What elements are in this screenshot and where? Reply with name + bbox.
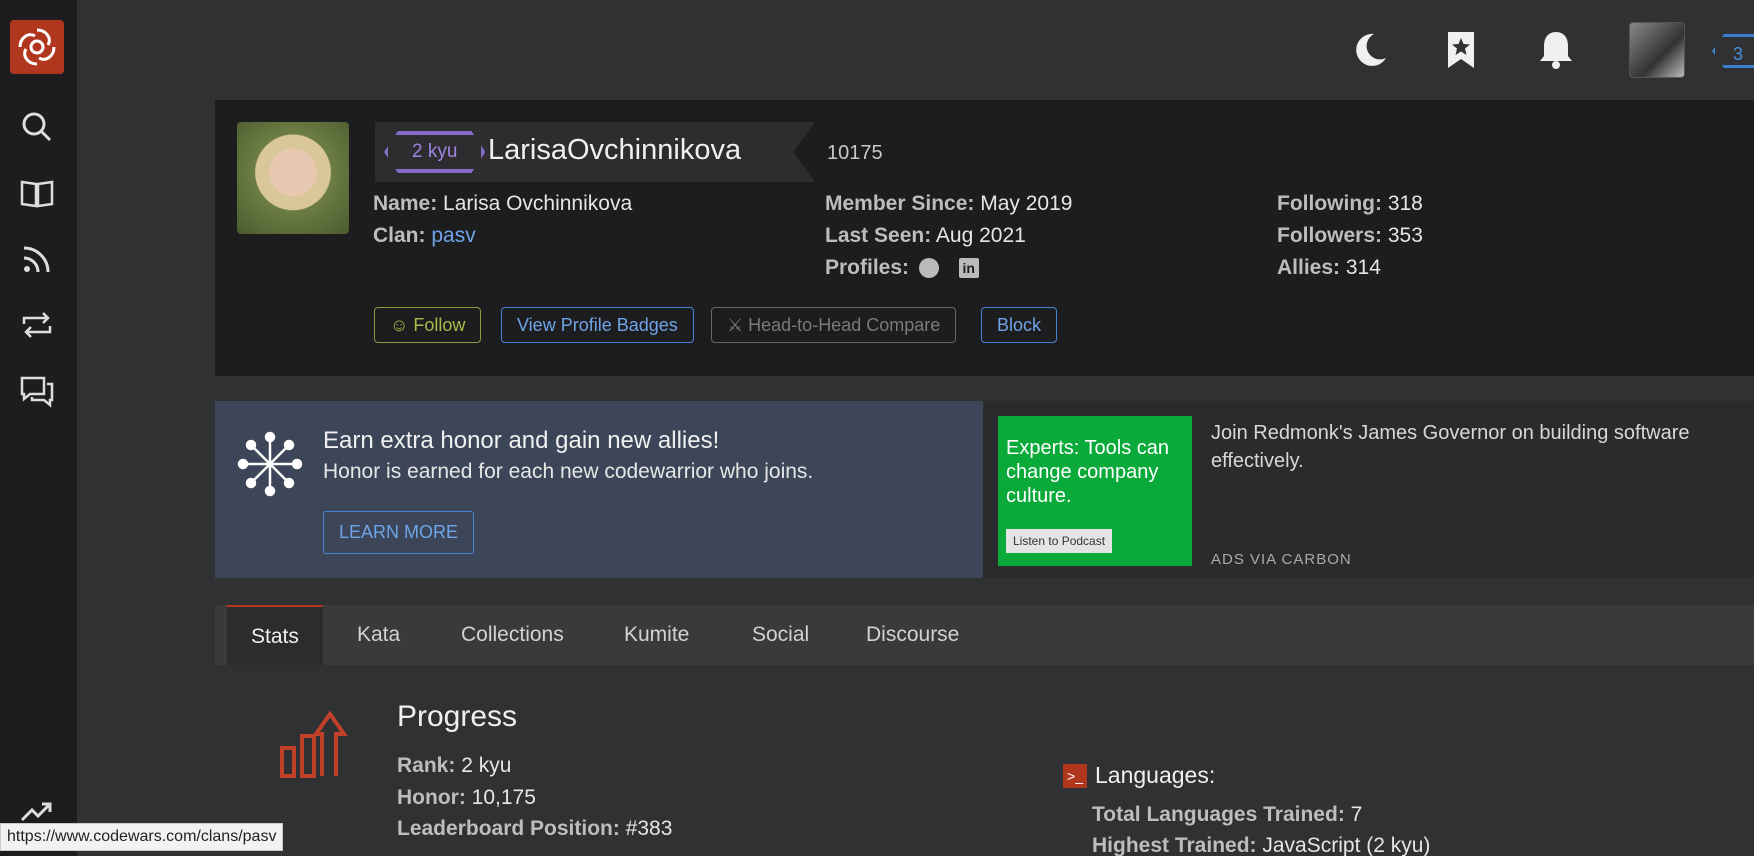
allies-value[interactable]: 314 [1346,256,1381,279]
rank-value: 2 kyu [461,754,512,777]
ad-text-link[interactable]: Join Redmonk's James Governor on buildin… [1211,419,1731,475]
highest-trained-label: Highest Trained: [1092,834,1257,856]
network-icon [237,431,303,497]
stat-leaderboard: Leaderboard Position: #383 [397,817,672,841]
last-seen-label: Last Seen: [825,224,932,247]
progress-chart-icon [280,710,348,778]
tab-stats[interactable]: Stats [227,605,323,665]
rss-icon[interactable] [18,240,56,278]
last-seen-value: Aug 2021 [935,224,1026,247]
profiles-label: Profiles: [825,256,910,279]
stat-honor: Honor: 10,175 [397,786,536,810]
progress-title: Progress [397,700,518,733]
tab-collections[interactable]: Collections [461,605,564,665]
book-icon[interactable] [18,174,56,212]
profile-info-col1: Name: Larisa Ovchinnikova Clan: pasv [373,188,632,252]
following-label: Following: [1277,192,1382,215]
carbon-ad: Experts: Tools can change company cultur… [983,401,1754,578]
leaderboard-value: #383 [625,817,673,840]
profile-tabs: Stats Kata Collections Kumite Social Dis… [215,605,1754,665]
honor-value: 10,175 [471,786,536,809]
ad-image[interactable]: Experts: Tools can change company cultur… [998,416,1192,566]
total-languages-value: 7 [1350,803,1363,826]
leaderboard-label: Leaderboard Position: [397,817,620,840]
banner-subtitle: Honor is earned for each new codewarrior… [323,460,814,483]
linkedin-icon[interactable]: in [958,258,979,279]
followers-value[interactable]: 353 [1388,224,1423,247]
user-avatar[interactable] [1629,22,1685,78]
name-label: Name: [373,192,438,215]
terminal-icon: >_ [1063,764,1087,788]
clan-label: Clan: [373,224,426,247]
profile-info-col2: Member Since: May 2019 Last Seen: Aug 20… [825,188,1072,284]
languages-title: Languages: [1095,762,1216,788]
top-bar [77,0,1754,100]
followers-label: Followers: [1277,224,1383,247]
status-url: https://www.codewars.com/clans/pasv [0,823,284,851]
sidebar [0,0,77,856]
follow-button[interactable]: ☺ Follow [374,307,482,343]
stat-highest-trained: Highest Trained: JavaScript (2 kyu) [1092,834,1430,856]
rank-badge: 2 kyu [384,131,485,173]
stat-total-languages: Total Languages Trained: 7 [1092,803,1362,827]
ad-image-button: Listen to Podcast [1006,529,1113,553]
following-value[interactable]: 318 [1388,192,1423,215]
allies-label: Allies: [1277,256,1341,279]
repeat-icon[interactable] [18,306,56,344]
honor-banner: Earn extra honor and gain new allies! Ho… [215,401,983,578]
name-value: Larisa Ovchinnikova [443,192,633,215]
total-languages-label: Total Languages Trained: [1092,803,1345,826]
member-since-label: Member Since: [825,192,975,215]
follow-label: Follow [413,315,466,335]
tab-social[interactable]: Social [752,605,809,665]
clan-link[interactable]: pasv [431,224,475,247]
chat-icon[interactable] [18,372,56,410]
moon-icon[interactable] [1348,28,1392,72]
ad-image-text: Experts: Tools can change company cultur… [1006,437,1170,507]
github-icon[interactable] [918,258,939,279]
profile-avatar [237,122,349,234]
search-icon[interactable] [18,108,56,146]
head-to-head-button[interactable]: ⚔ Head-to-Head Compare [711,307,957,343]
profile-card: 2 kyu LarisaOvchinnikova 10175 Name: Lar… [215,100,1754,376]
honor-label: Honor: [397,786,466,809]
tab-kumite[interactable]: Kumite [624,605,689,665]
bell-icon[interactable] [1534,28,1578,72]
codewars-logo-icon[interactable] [10,20,64,74]
highest-trained-value: JavaScript (2 kyu) [1262,834,1431,856]
block-button[interactable]: Block [981,307,1058,343]
ads-via-carbon-link[interactable]: ADS VIA CARBON [1211,551,1352,568]
learn-more-button[interactable]: LEARN MORE [323,511,475,554]
honor-score: 10175 [827,142,883,164]
view-badges-button[interactable]: View Profile Badges [501,307,694,343]
tab-kata[interactable]: Kata [357,605,400,665]
profile-info-col3: Following: 318 Followers: 353 Allies: 31… [1277,188,1423,284]
username: LarisaOvchinnikova [488,134,742,166]
member-since-value: May 2019 [980,192,1073,215]
head-to-head-label: Head-to-Head Compare [748,315,941,335]
bookmark-star-icon[interactable] [1439,28,1483,72]
medal-icon: ⚔ [727,315,744,335]
stat-rank: Rank: 2 kyu [397,754,511,778]
banner-title: Earn extra honor and gain new allies! [323,427,720,454]
follow-icon: ☺ [390,315,409,335]
tab-discourse[interactable]: Discourse [866,605,959,665]
rank-label: Rank: [397,754,456,777]
